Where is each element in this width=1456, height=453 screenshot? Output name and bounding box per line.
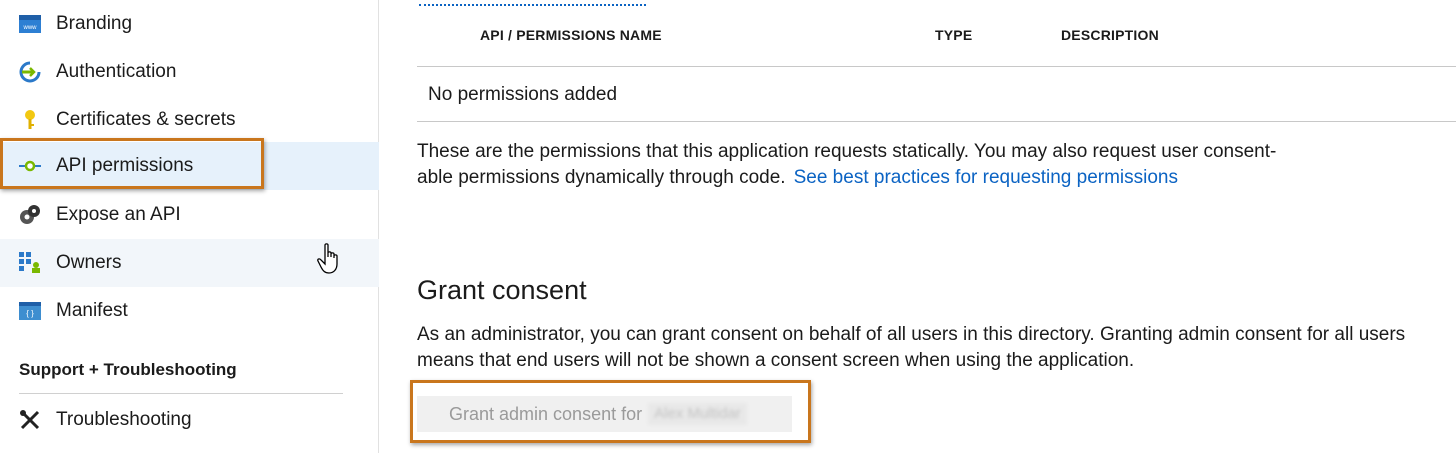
- sidebar-item-expose-api[interactable]: Expose an API: [0, 191, 379, 239]
- sidebar-item-label: Certificates & secrets: [56, 109, 236, 130]
- table-header-divider: [417, 66, 1456, 67]
- tools-icon: [19, 409, 41, 431]
- highlight-box-api-permissions: [0, 138, 264, 189]
- grant-consent-description: As an administrator, you can grant conse…: [417, 324, 1406, 371]
- sidebar-item-certificates[interactable]: Certificates & secrets: [0, 96, 379, 144]
- sidebar-item-authentication[interactable]: Authentication: [0, 48, 379, 96]
- permissions-info-text: These are the permissions that this appl…: [417, 139, 1297, 191]
- key-icon: [19, 109, 41, 131]
- svg-text:{ }: { }: [26, 309, 34, 318]
- best-practices-link[interactable]: See best practices for requesting permis…: [794, 167, 1178, 188]
- add-permission-button-edge[interactable]: [419, 0, 646, 6]
- section-header-support: Support + Troubleshooting: [19, 360, 237, 379]
- table-row-divider: [417, 121, 1456, 122]
- manifest-icon: { }: [19, 300, 41, 322]
- grant-consent-heading: Grant consent: [417, 275, 587, 305]
- sidebar-item-label: Branding: [56, 13, 133, 34]
- svg-text:www: www: [23, 25, 38, 31]
- sidebar: www Branding Authentication Certificates…: [0, 0, 379, 453]
- sidebar-item-troubleshooting[interactable]: Troubleshooting: [0, 396, 379, 444]
- column-header-description[interactable]: DESCRIPTION: [1061, 27, 1159, 43]
- branding-icon: www: [19, 13, 41, 35]
- sidebar-item-label: Owners: [56, 252, 122, 273]
- empty-permissions-message: No permissions added: [428, 84, 618, 105]
- column-header-type[interactable]: TYPE: [935, 27, 972, 43]
- sidebar-item-manifest[interactable]: { } Manifest: [0, 287, 379, 335]
- main-content: API / PERMISSIONS NAME TYPE DESCRIPTION …: [380, 0, 1456, 453]
- sidebar-item-branding[interactable]: www Branding: [0, 0, 379, 48]
- highlight-box-grant-consent: [410, 380, 811, 443]
- authentication-icon: [19, 61, 41, 83]
- column-header-api-permissions-name[interactable]: API / PERMISSIONS NAME: [480, 27, 662, 43]
- expose-api-icon: [19, 204, 41, 226]
- owners-icon: [19, 252, 41, 274]
- hand-cursor-icon: [316, 243, 344, 280]
- sidebar-item-label: Troubleshooting: [56, 409, 192, 430]
- sidebar-divider: [19, 393, 343, 394]
- sidebar-item-label: Authentication: [56, 61, 177, 82]
- sidebar-item-label: Expose an API: [56, 204, 181, 225]
- sidebar-item-label: Manifest: [56, 300, 128, 321]
